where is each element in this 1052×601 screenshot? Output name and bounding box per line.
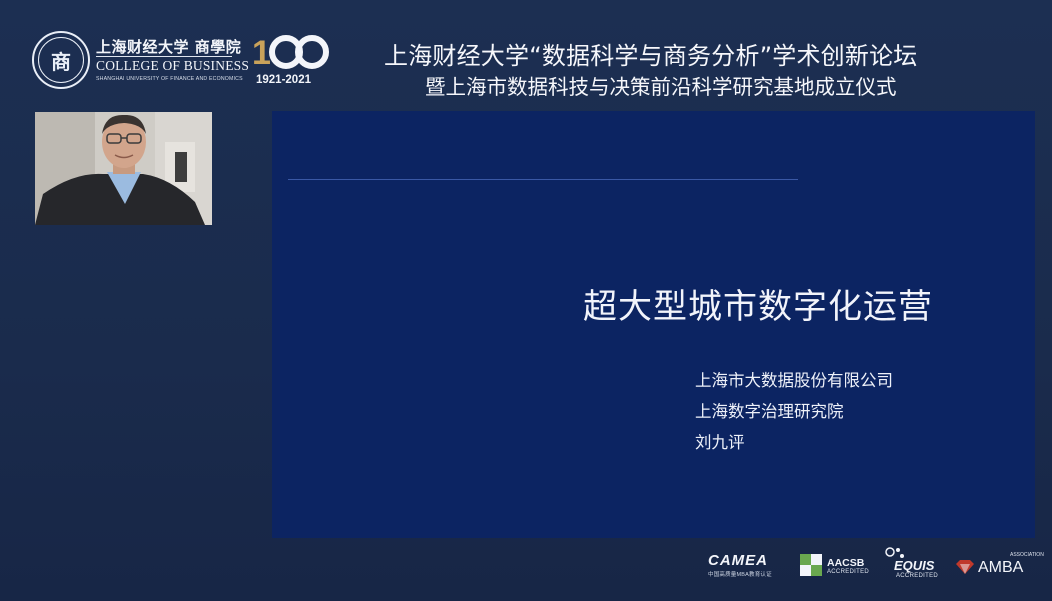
speaker-video[interactable]: [35, 112, 212, 225]
centennial-digit-1: 1: [252, 34, 271, 72]
forum-title: 上海财经大学“数据科学与商务分析”学术创新论坛: [384, 42, 918, 70]
school-name-en-sub: SHANGHAI UNIVERSITY OF FINANCE AND ECONO…: [96, 76, 243, 82]
seal-inner-ring: 商: [38, 37, 84, 83]
camea-logo: CAMEA 中国高质量MBA教育认证: [708, 546, 772, 580]
equis-logo: EQUIS ACCREDITED: [882, 546, 938, 580]
aacsb-label: AACSB: [827, 557, 865, 569]
forum-subtitle: 暨上海市数据科技与决策前沿科学研究基地成立仪式: [425, 75, 897, 99]
amba-logo: AMBA ASSOCIATION: [956, 546, 1044, 580]
aacsb-logo: AACSB ACCREDITED: [800, 546, 869, 580]
slide-line-company: 上海市大数据股份有限公司: [695, 371, 893, 390]
slide-title: 超大型城市数字化运营: [583, 287, 933, 327]
camea-label: CAMEA: [708, 552, 768, 569]
aacsb-mark-icon: [800, 554, 822, 576]
speaker-video-frame: [35, 112, 212, 225]
school-seal-icon: 商: [32, 31, 90, 89]
school-name-en: COLLEGE OF BUSINESS: [96, 58, 250, 73]
aacsb-sub: ACCREDITED: [827, 569, 870, 575]
equis-dots-icon: [885, 547, 904, 558]
amba-diamond-icon: [956, 560, 974, 574]
presentation-slide: 超大型城市数字化运营 上海市大数据股份有限公司 上海数字治理研究院 刘九评: [272, 111, 1035, 538]
amba-sub: ASSOCIATION: [1010, 552, 1044, 558]
slide-line-institute: 上海数字治理研究院: [695, 402, 844, 421]
amba-label: AMBA: [978, 559, 1024, 576]
camea-sub: 中国高质量MBA教育认证: [708, 572, 772, 578]
slide-divider: [288, 179, 798, 180]
school-name-cn: 上海财经大学 商學院: [96, 38, 242, 56]
centennial-years: 1921-2021: [256, 74, 311, 86]
school-name-divider: [96, 56, 232, 57]
slide-author-block: 上海市大数据股份有限公司 上海数字治理研究院 刘九评: [695, 370, 893, 463]
slide-line-author: 刘九评: [695, 433, 745, 452]
equis-sub: ACCREDITED: [896, 573, 939, 579]
